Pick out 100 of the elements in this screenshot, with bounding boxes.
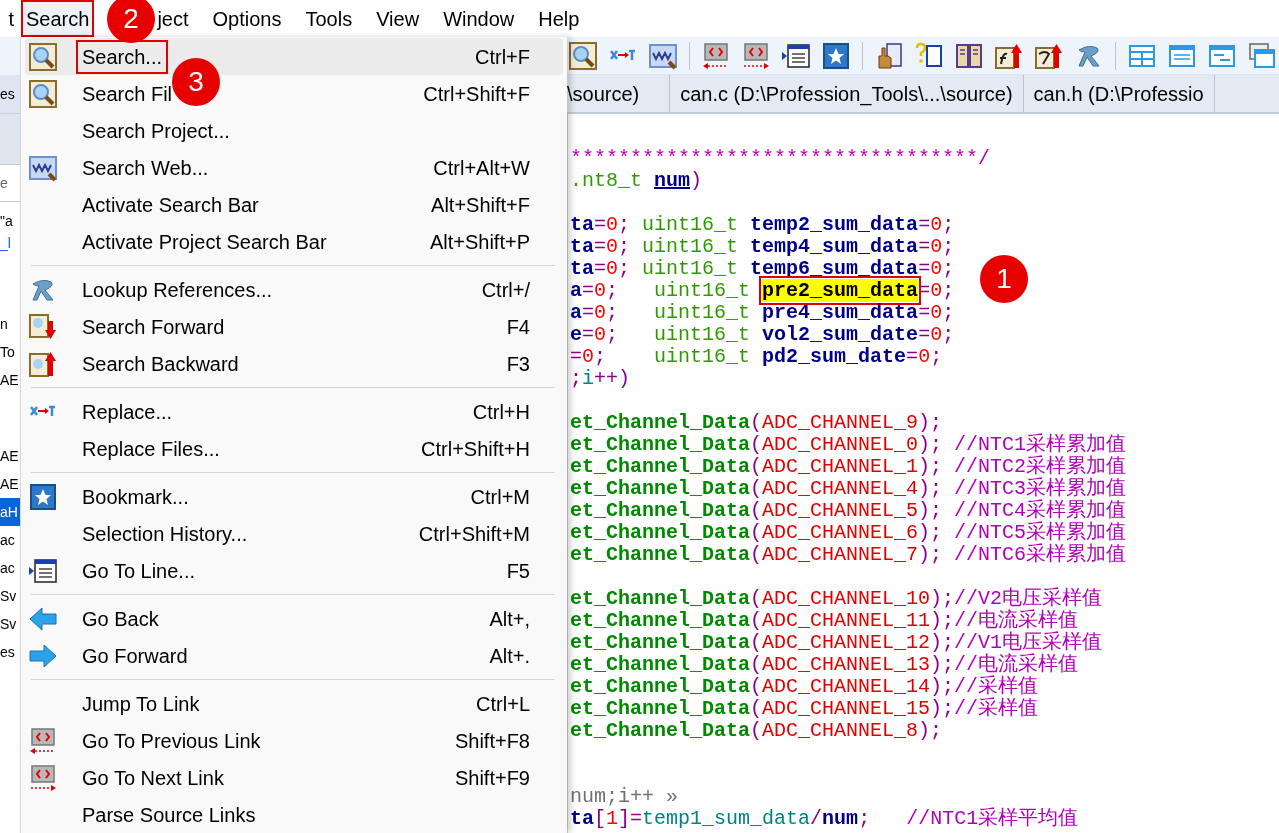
- menu-bar-item[interactable]: Search: [21, 0, 95, 37]
- text-fragment: _l: [0, 234, 12, 253]
- shortcut-label: Alt+Shift+F: [431, 192, 530, 218]
- menu-item[interactable]: Search Project...: [78, 115, 234, 146]
- web-magnifier-icon: [29, 153, 57, 182]
- menu-item[interactable]: Search Web...: [78, 152, 213, 183]
- magnifier-icon: [29, 42, 57, 71]
- code-line: et_Channel_Data(ADC_CHANNEL_15);//采样值: [570, 698, 1039, 720]
- hand-pointer-icon: [875, 41, 903, 70]
- menu-item[interactable]: Search...: [78, 41, 167, 72]
- code-line: e=0; uint16_t vol2_sum_date=0;: [570, 324, 955, 346]
- menu-bar-item[interactable]: Window: [438, 0, 520, 37]
- list-item[interactable]: es: [0, 638, 20, 666]
- file-tab[interactable]: \source): [567, 75, 671, 112]
- menu-item[interactable]: Parse Source Links: [78, 799, 260, 830]
- code-line: et_Channel_Data(ADC_CHANNEL_7); //NTC6采样累加值: [570, 544, 1127, 566]
- file-tab[interactable]: can.c (D:\Profession_Tools\...\source): [670, 75, 1024, 112]
- menu-bar-item[interactable]: Options: [207, 0, 287, 37]
- menu-item[interactable]: Go To Line...: [78, 555, 200, 586]
- shortcut-label: Ctrl+Shift+F: [423, 81, 530, 107]
- star-bookmark-icon: [822, 41, 850, 70]
- shortcut-label: F5: [506, 558, 530, 584]
- list-item[interactable]: AE: [0, 470, 20, 498]
- shortcut-label: Shift+F8: [454, 728, 530, 754]
- menu-item[interactable]: Go Forward: [78, 640, 192, 671]
- code-line: et_Channel_Data(ADC_CHANNEL_0); //NTC1采样累加值: [570, 434, 1127, 456]
- menu-item[interactable]: Replace...: [78, 396, 177, 427]
- link-left-arrow-icon: [702, 41, 730, 70]
- search-up-arrow-icon: [29, 349, 57, 378]
- menu-item[interactable]: Activate Search Bar: [78, 189, 263, 220]
- menu-bar-item[interactable]: View: [371, 0, 425, 37]
- shortcut-label: F4: [506, 314, 530, 340]
- list-item[interactable]: n: [0, 310, 20, 338]
- code-line: a=0; uint16_t pre4_sum_data=0;: [570, 302, 955, 324]
- code-line: num;i++ »: [570, 786, 679, 808]
- shortcut-label: Alt+Shift+P: [429, 229, 530, 255]
- code-line: et_Channel_Data(ADC_CHANNEL_14);//采样值: [570, 676, 1039, 698]
- shortcut-label: Alt+.: [489, 643, 530, 669]
- shortcut-label: Alt+,: [489, 606, 530, 632]
- list-item[interactable]: Sv: [0, 610, 20, 638]
- menu-item[interactable]: Search Forward: [78, 311, 229, 342]
- menu-item[interactable]: Bookmark...: [78, 481, 193, 512]
- code-line: et_Channel_Data(ADC_CHANNEL_13);//电流采样值: [570, 654, 1079, 676]
- code-line: ;i++): [570, 368, 631, 390]
- list-item[interactable]: Sv: [0, 582, 20, 610]
- menu-item[interactable]: Search Backward: [78, 348, 243, 379]
- code-line: et_Channel_Data(ADC_CHANNEL_10);//V2电压采样值: [570, 588, 1103, 610]
- link-left-arrow-icon: [29, 726, 57, 755]
- list-item[interactable]: ac: [0, 554, 20, 582]
- book-icon: [955, 41, 983, 70]
- shortcut-label: Ctrl+Shift+H: [421, 436, 530, 462]
- code-line: et_Channel_Data(ADC_CHANNEL_4); //NTC3采样累加值: [570, 478, 1127, 500]
- menu-item[interactable]: Go Back: [78, 603, 163, 634]
- magnifier-icon: [29, 79, 57, 108]
- shortcut-label: Ctrl+F: [475, 44, 530, 70]
- swoosh-up-arrow-icon: [1035, 41, 1063, 70]
- menu-bar-item[interactable]: t: [2, 0, 19, 37]
- file-tab[interactable]: can.h (D:\Professio: [1023, 75, 1215, 112]
- function-up-arrow-icon: [995, 41, 1023, 70]
- menu-item[interactable]: Activate Project Search Bar: [78, 226, 331, 257]
- magnifier-icon: [569, 41, 597, 70]
- menu-item[interactable]: Replace Files...: [78, 433, 224, 464]
- menu-item[interactable]: Go To Next Link: [78, 762, 228, 793]
- menu-item[interactable]: Go To Previous Link: [78, 725, 265, 756]
- menu-item[interactable]: Jump To Link: [78, 688, 204, 719]
- code-line: ta=0; uint16_t temp6_sum_data=0;: [570, 258, 955, 280]
- right-arrow-icon: [29, 641, 57, 670]
- code-line: et_Channel_Data(ADC_CHANNEL_1); //NTC2采样累加值: [570, 456, 1127, 478]
- code-line: et_Channel_Data(ADC_CHANNEL_5); //NTC4采样累加值: [570, 500, 1127, 522]
- cascade-windows-icon: [1248, 41, 1276, 70]
- question-document-icon: [915, 41, 943, 70]
- search-down-arrow-icon: [29, 312, 57, 341]
- code-line: **********************************/: [570, 148, 991, 170]
- list-item[interactable]: AE: [0, 442, 20, 470]
- list-item[interactable]: AE: [0, 366, 20, 394]
- code-line: et_Channel_Data(ADC_CHANNEL_8);: [570, 720, 943, 742]
- code-line: ta=0; uint16_t temp2_sum_data=0;: [570, 214, 955, 236]
- list-item[interactable]: aH: [0, 498, 20, 526]
- list-item[interactable]: ac: [0, 526, 20, 554]
- list-document-icon: [29, 556, 57, 585]
- tab-label[interactable]: es: [0, 75, 20, 114]
- input-field[interactable]: e: [0, 164, 20, 202]
- star-bookmark-icon: [29, 482, 57, 511]
- shortcut-label: Shift+F9: [454, 765, 530, 791]
- list-item[interactable]: To: [0, 338, 20, 366]
- shortcut-label: Ctrl+M: [470, 484, 530, 510]
- code-line: et_Channel_Data(ADC_CHANNEL_12);//V1电压采样值: [570, 632, 1103, 654]
- left-arrow-icon: [29, 604, 57, 633]
- menu-bar-item[interactable]: ject: [152, 0, 194, 37]
- menu-item[interactable]: Selection History...: [78, 518, 252, 549]
- menu-bar-item[interactable]: Help: [533, 0, 585, 37]
- menu-item[interactable]: Lookup References...: [78, 274, 277, 305]
- code-line: et_Channel_Data(ADC_CHANNEL_6); //NTC5采样累加值: [570, 522, 1127, 544]
- text-fragment: "a: [0, 212, 14, 231]
- code-line: ta=0; uint16_t temp4_sum_data=0;: [570, 236, 955, 258]
- menu-bar-item[interactable]: Tools: [300, 0, 358, 37]
- code-line: et_Channel_Data(ADC_CHANNEL_11);//电流采样值: [570, 610, 1079, 632]
- shortcut-label: Ctrl+L: [476, 691, 530, 717]
- shortcut-label: Ctrl+Shift+M: [418, 521, 530, 547]
- list-document-icon: [782, 41, 810, 70]
